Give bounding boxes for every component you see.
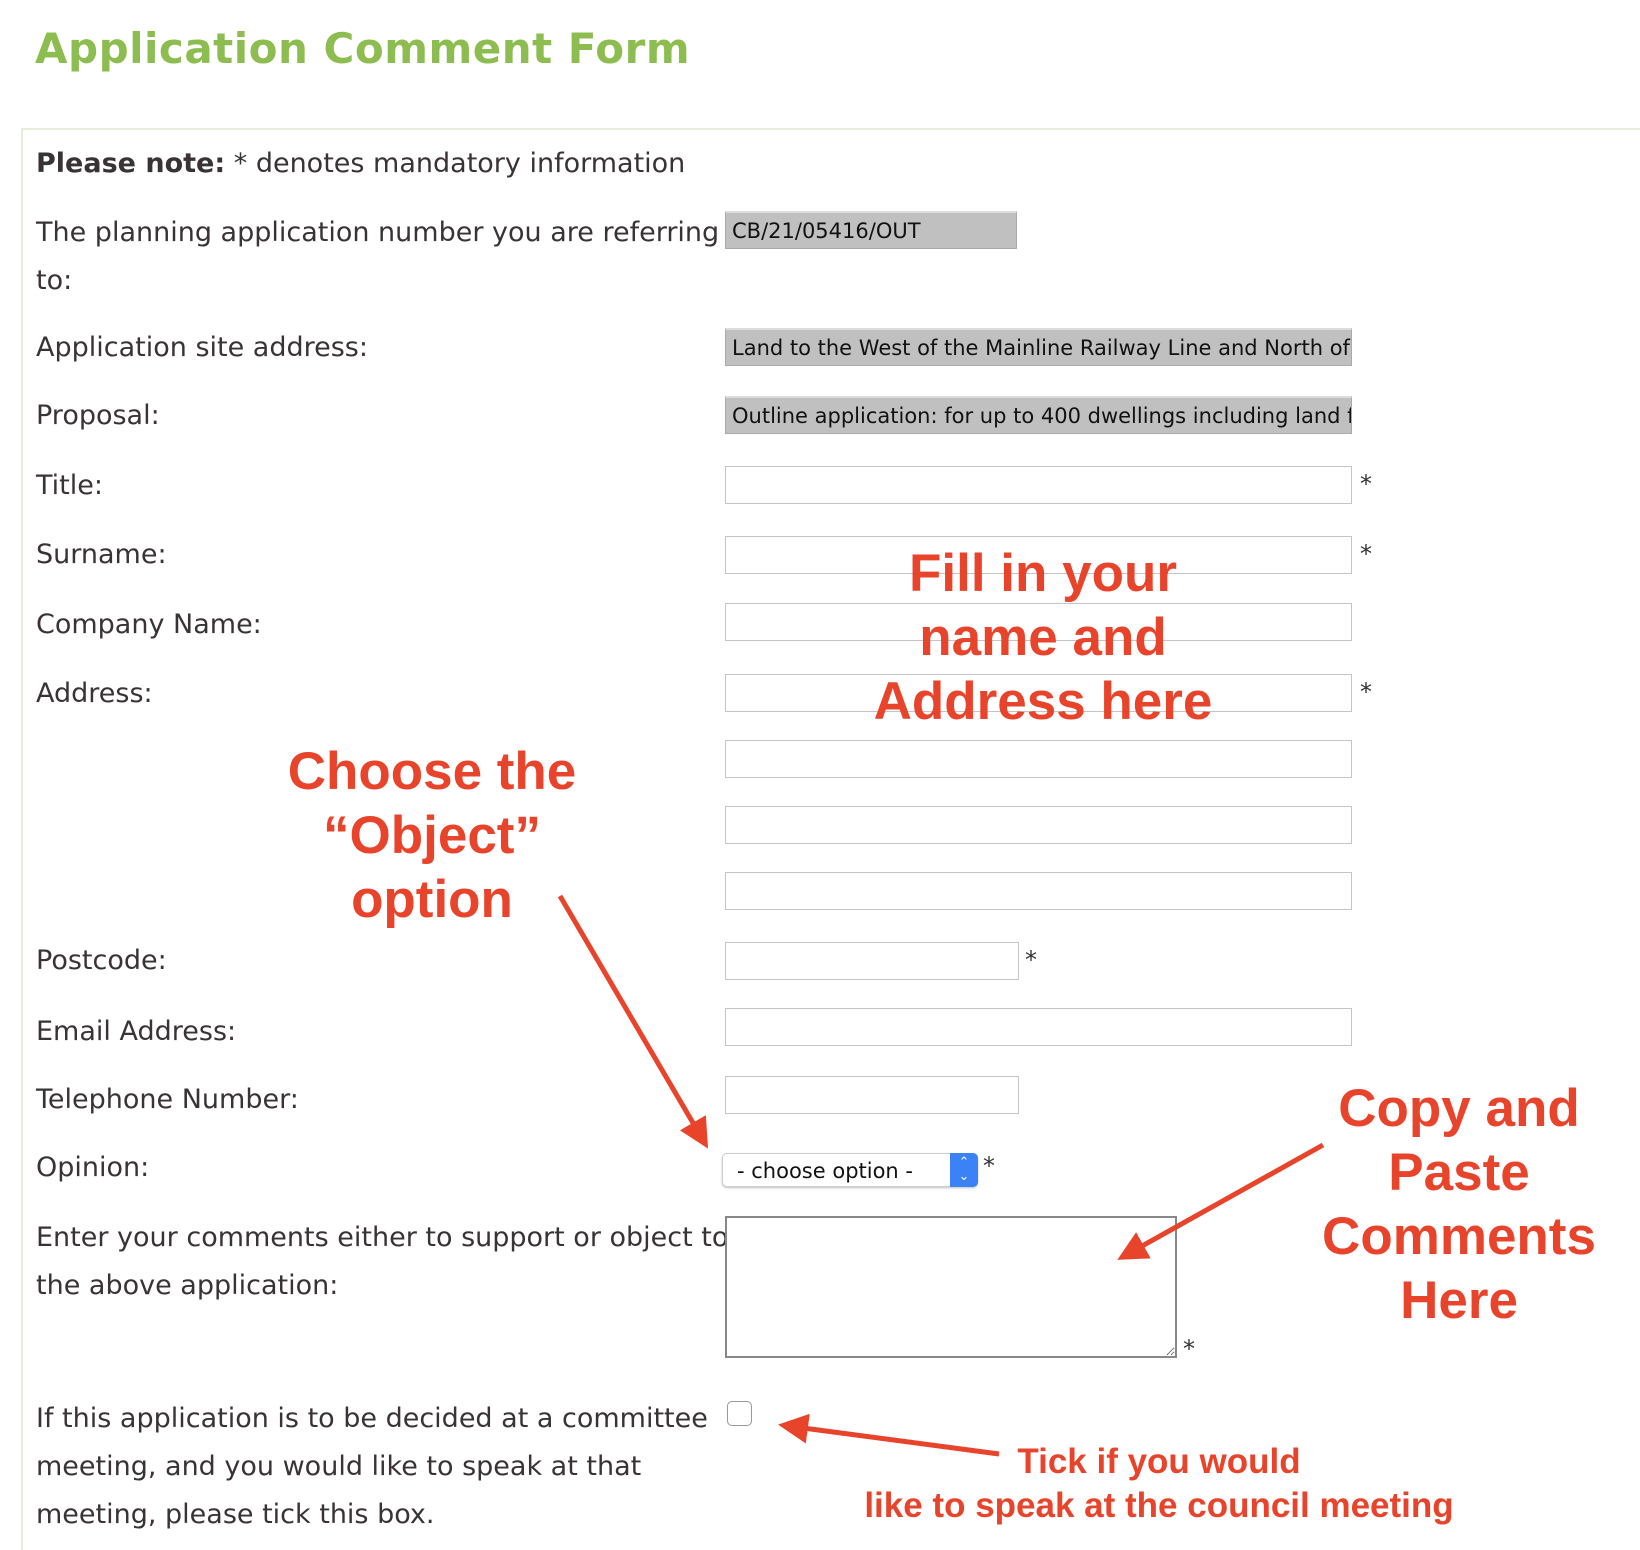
arrow-to-opinion — [557, 894, 709, 1149]
arrow-to-comments — [1117, 1142, 1325, 1260]
arrow-to-checkbox — [778, 1413, 1000, 1457]
annotation-arrows — [557, 894, 1325, 1457]
